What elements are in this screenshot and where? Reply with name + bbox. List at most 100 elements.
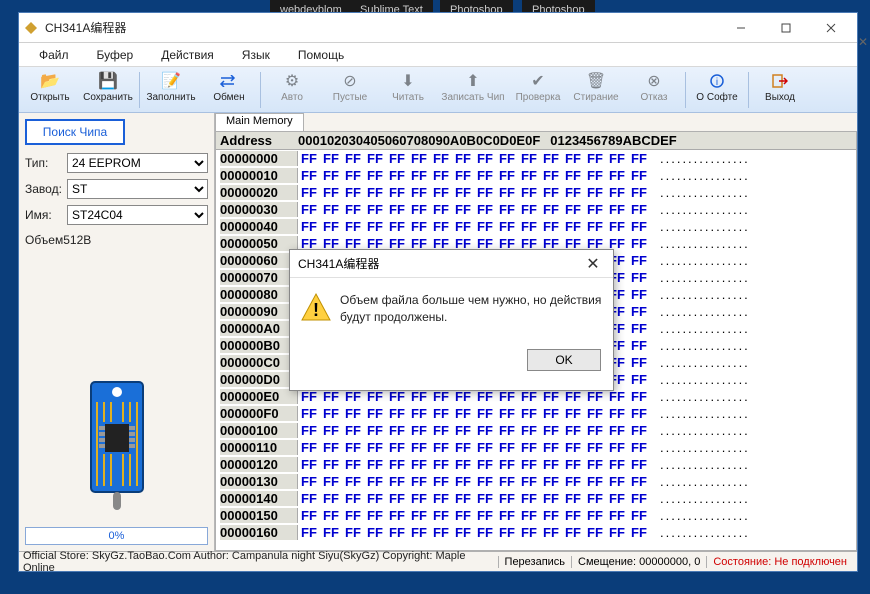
hex-byte[interactable]: FF: [320, 389, 342, 404]
save-button[interactable]: 💾Сохранить: [79, 69, 137, 111]
hex-byte[interactable]: FF: [364, 457, 386, 472]
hex-byte[interactable]: FF: [452, 202, 474, 217]
hex-byte[interactable]: FF: [342, 474, 364, 489]
hex-byte[interactable]: FF: [562, 508, 584, 523]
hex-byte[interactable]: FF: [518, 491, 540, 506]
hex-byte[interactable]: FF: [364, 168, 386, 183]
hex-byte[interactable]: FF: [518, 525, 540, 540]
hex-byte[interactable]: FF: [298, 202, 320, 217]
hex-byte[interactable]: FF: [628, 151, 650, 166]
hex-byte[interactable]: FF: [298, 491, 320, 506]
hex-byte[interactable]: FF: [496, 491, 518, 506]
about-button[interactable]: iО Софте: [688, 69, 746, 111]
hex-byte[interactable]: FF: [408, 406, 430, 421]
hex-byte[interactable]: FF: [628, 372, 650, 387]
hex-byte[interactable]: FF: [584, 423, 606, 438]
hex-byte[interactable]: FF: [452, 491, 474, 506]
hex-byte[interactable]: FF: [606, 389, 628, 404]
hex-byte[interactable]: FF: [452, 525, 474, 540]
hex-byte[interactable]: FF: [320, 202, 342, 217]
hex-byte[interactable]: FF: [562, 219, 584, 234]
dialog-ok-button[interactable]: OK: [527, 349, 601, 371]
hex-byte[interactable]: FF: [452, 151, 474, 166]
hex-byte[interactable]: FF: [452, 219, 474, 234]
hex-byte[interactable]: FF: [628, 270, 650, 285]
hex-byte[interactable]: FF: [628, 423, 650, 438]
tab-main-memory[interactable]: Main Memory: [215, 113, 304, 131]
hex-byte[interactable]: FF: [562, 406, 584, 421]
hex-byte[interactable]: FF: [496, 406, 518, 421]
hex-byte[interactable]: FF: [452, 423, 474, 438]
hex-byte[interactable]: FF: [606, 219, 628, 234]
hex-byte[interactable]: FF: [518, 168, 540, 183]
hex-byte[interactable]: FF: [298, 389, 320, 404]
hex-byte[interactable]: FF: [496, 185, 518, 200]
hex-byte[interactable]: FF: [540, 202, 562, 217]
hex-byte[interactable]: FF: [496, 389, 518, 404]
manu-select[interactable]: ST: [67, 179, 208, 199]
hex-byte[interactable]: FF: [628, 287, 650, 302]
hex-byte[interactable]: FF: [452, 508, 474, 523]
hex-byte[interactable]: FF: [496, 440, 518, 455]
maximize-button[interactable]: [763, 14, 808, 42]
hex-byte[interactable]: FF: [540, 525, 562, 540]
hex-byte[interactable]: FF: [430, 406, 452, 421]
hex-byte[interactable]: FF: [298, 474, 320, 489]
hex-byte[interactable]: FF: [606, 457, 628, 472]
hex-byte[interactable]: FF: [430, 508, 452, 523]
cancel-button[interactable]: ⊗Отказ: [625, 69, 683, 111]
hex-byte[interactable]: FF: [408, 168, 430, 183]
hex-byte[interactable]: FF: [386, 185, 408, 200]
hex-byte[interactable]: FF: [562, 151, 584, 166]
hex-byte[interactable]: FF: [452, 457, 474, 472]
hex-byte[interactable]: FF: [628, 338, 650, 353]
menu-language[interactable]: Язык: [228, 48, 284, 62]
hex-byte[interactable]: FF: [562, 423, 584, 438]
hex-byte[interactable]: FF: [474, 525, 496, 540]
hex-byte[interactable]: FF: [518, 202, 540, 217]
fill-button[interactable]: 📝Заполнить: [142, 69, 200, 111]
hex-byte[interactable]: FF: [386, 151, 408, 166]
menu-buffer[interactable]: Буфер: [83, 48, 148, 62]
hex-byte[interactable]: FF: [496, 219, 518, 234]
hex-byte[interactable]: FF: [474, 440, 496, 455]
hex-byte[interactable]: FF: [628, 508, 650, 523]
hex-byte[interactable]: FF: [298, 457, 320, 472]
hex-byte[interactable]: FF: [606, 474, 628, 489]
hex-byte[interactable]: FF: [386, 406, 408, 421]
hex-byte[interactable]: FF: [430, 457, 452, 472]
hex-byte[interactable]: FF: [474, 457, 496, 472]
exit-button[interactable]: Выход: [751, 69, 809, 111]
hex-byte[interactable]: FF: [430, 389, 452, 404]
hex-byte[interactable]: FF: [342, 406, 364, 421]
hex-byte[interactable]: FF: [342, 457, 364, 472]
hex-byte[interactable]: FF: [430, 168, 452, 183]
hex-byte[interactable]: FF: [628, 474, 650, 489]
hex-byte[interactable]: FF: [298, 168, 320, 183]
hex-byte[interactable]: FF: [298, 185, 320, 200]
hex-byte[interactable]: FF: [518, 457, 540, 472]
type-select[interactable]: 24 EEPROM: [67, 153, 208, 173]
hex-byte[interactable]: FF: [584, 440, 606, 455]
hex-byte[interactable]: FF: [320, 508, 342, 523]
hex-byte[interactable]: FF: [298, 151, 320, 166]
hex-byte[interactable]: FF: [386, 202, 408, 217]
hex-byte[interactable]: FF: [430, 474, 452, 489]
hex-byte[interactable]: FF: [320, 219, 342, 234]
hex-byte[interactable]: FF: [430, 219, 452, 234]
hex-byte[interactable]: FF: [386, 423, 408, 438]
auto-button[interactable]: ⚙Авто: [263, 69, 321, 111]
hex-byte[interactable]: FF: [408, 525, 430, 540]
hex-byte[interactable]: FF: [606, 525, 628, 540]
hex-byte[interactable]: FF: [606, 202, 628, 217]
hex-byte[interactable]: FF: [474, 185, 496, 200]
name-select[interactable]: ST24C04: [67, 205, 208, 225]
hex-byte[interactable]: FF: [320, 474, 342, 489]
hex-byte[interactable]: FF: [584, 508, 606, 523]
hex-byte[interactable]: FF: [562, 457, 584, 472]
hex-byte[interactable]: FF: [562, 440, 584, 455]
hex-byte[interactable]: FF: [628, 253, 650, 268]
hex-byte[interactable]: FF: [496, 202, 518, 217]
hex-byte[interactable]: FF: [386, 389, 408, 404]
hex-byte[interactable]: FF: [606, 491, 628, 506]
